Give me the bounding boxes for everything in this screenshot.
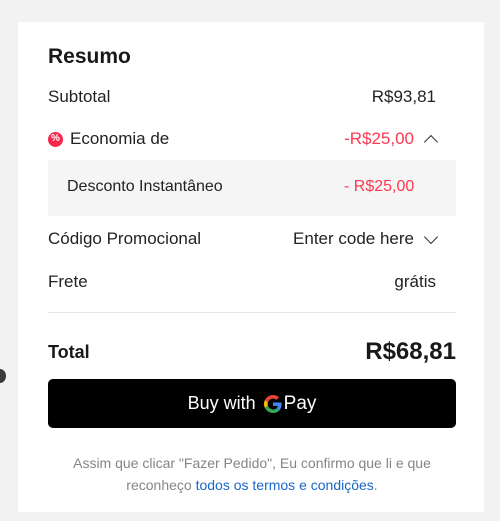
terms-note: Assim que clicar "Fazer Pedido", Eu conf… [48, 452, 456, 496]
chevron-down-icon[interactable] [423, 229, 439, 244]
order-summary-card: Resumo Subtotal R$93,81 % Economia de -R… [18, 22, 484, 512]
edge-handle [0, 369, 6, 383]
google-g-icon [263, 394, 282, 413]
summary-title: Resumo [48, 45, 131, 68]
terms-link[interactable]: todos os termos e condições [196, 477, 374, 493]
discount-value: - R$25,00 [344, 178, 415, 195]
savings-toggle[interactable]: -R$25,00 [344, 129, 439, 149]
terms-end: . [373, 477, 378, 493]
savings-row[interactable]: % Economia de -R$25,00 [48, 127, 439, 151]
total-row: Total R$68,81 [48, 336, 456, 368]
shipping-label: Frete [48, 272, 88, 291]
promo-code-dropdown[interactable]: Enter code here [293, 229, 439, 249]
savings-label: Economia de [70, 129, 170, 148]
total-value: R$68,81 [365, 338, 456, 365]
promo-code-row[interactable]: Código Promocional Enter code here [48, 227, 439, 251]
shipping-row: Frete grátis [48, 270, 436, 294]
savings-label-group: % Economia de [48, 129, 169, 149]
coupon-icon: % [48, 131, 63, 147]
gpay-prefix: Buy with [187, 393, 256, 413]
gpay-brand: Pay [283, 392, 317, 414]
shipping-value: grátis [394, 272, 436, 291]
google-pay-button[interactable]: Buy with Pay [48, 379, 456, 428]
subtotal-value: R$93,81 [371, 87, 436, 106]
promo-code-placeholder[interactable]: Enter code here [293, 229, 414, 249]
divider [48, 312, 456, 313]
total-label: Total [48, 341, 90, 362]
promo-code-label: Código Promocional [48, 229, 202, 248]
discount-details: Desconto Instantâneo - R$25,00 [48, 160, 456, 216]
subtotal-row: Subtotal R$93,81 [48, 86, 436, 108]
chevron-up-icon[interactable] [423, 134, 439, 149]
savings-value: -R$25,00 [344, 129, 414, 148]
discount-label: Desconto Instantâneo [67, 178, 223, 195]
subtotal-label: Subtotal [48, 87, 111, 106]
